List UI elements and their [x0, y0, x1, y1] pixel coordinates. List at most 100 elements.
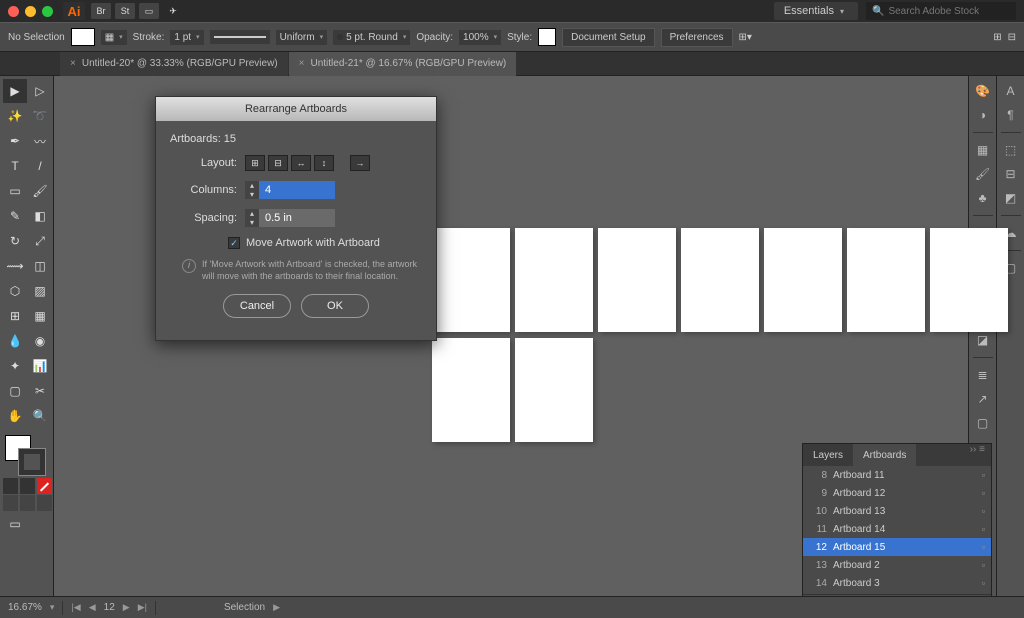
artboard[interactable]	[432, 228, 510, 332]
artboard[interactable]	[515, 338, 593, 442]
transform-panel-icon[interactable]: ⬚	[1002, 141, 1020, 159]
artboard-row[interactable]: 8Artboard 11▫	[803, 466, 991, 484]
symbol-sprayer-tool[interactable]: ✦	[3, 354, 27, 378]
perspective-tool[interactable]: ▨	[28, 279, 52, 303]
layout-direction-icon[interactable]: →	[350, 155, 370, 171]
draw-normal[interactable]	[3, 495, 18, 511]
artboards-panel-icon[interactable]: ▢	[974, 414, 992, 432]
close-window[interactable]	[8, 6, 19, 17]
scale-tool[interactable]: ⤢	[28, 229, 52, 253]
layout-row-icon[interactable]: ↔	[291, 155, 311, 171]
magic-wand-tool[interactable]: ✨	[3, 104, 27, 128]
blend-tool[interactable]: ◉	[28, 329, 52, 353]
opacity-value[interactable]: 100%	[459, 30, 501, 45]
pen-tool[interactable]: ✒	[3, 129, 27, 153]
free-transform-tool[interactable]: ◫	[28, 254, 52, 278]
document-setup-button[interactable]: Document Setup	[562, 28, 655, 47]
tab-untitled-20[interactable]: × Untitled-20* @ 33.33% (RGB/GPU Preview…	[60, 52, 288, 76]
stepper-icon[interactable]: ▴▾	[245, 181, 259, 199]
draw-inside[interactable]	[37, 495, 52, 511]
fill-mode[interactable]: ▦	[101, 30, 127, 45]
artboard[interactable]	[432, 338, 510, 442]
color-panel-icon[interactable]: 🎨	[974, 82, 992, 100]
panel-collapse-icon[interactable]: ›› ≡	[964, 444, 991, 466]
type-tool[interactable]: T	[3, 154, 27, 178]
color-mode-gradient[interactable]	[20, 478, 35, 494]
zoom-tool[interactable]: 🔍	[28, 404, 52, 428]
color-guide-icon[interactable]: ◑	[974, 106, 992, 124]
selection-tool[interactable]: ▶	[3, 79, 27, 103]
arrange-icon[interactable]: ▭	[139, 3, 159, 19]
artboard[interactable]	[847, 228, 925, 332]
minimize-window[interactable]	[25, 6, 36, 17]
fill-swatch[interactable]	[71, 28, 95, 46]
artboard-options-icon[interactable]: ▫	[982, 560, 985, 570]
eraser-tool[interactable]: ◧	[28, 204, 52, 228]
mode-menu-icon[interactable]: ▶	[273, 602, 280, 613]
shaper-tool[interactable]: ✎	[3, 204, 27, 228]
artboard[interactable]	[930, 228, 1008, 332]
cancel-button[interactable]: Cancel	[223, 294, 291, 318]
layout-grid-col-icon[interactable]: ⊟	[268, 155, 288, 171]
mesh-tool[interactable]: ⊞	[3, 304, 27, 328]
asset-export-icon[interactable]: ↗	[974, 390, 992, 408]
artboard-row[interactable]: 13Artboard 2▫	[803, 556, 991, 574]
swatches-panel-icon[interactable]: ▦	[974, 141, 992, 159]
bridge-icon[interactable]: Br	[91, 3, 111, 19]
zoom-level[interactable]: 16.67%	[8, 602, 42, 613]
artboard[interactable]	[598, 228, 676, 332]
style-swatch[interactable]	[538, 28, 556, 46]
symbols-panel-icon[interactable]: ♣	[974, 189, 992, 207]
curvature-tool[interactable]: 〰	[28, 129, 52, 153]
workspace-switcher[interactable]: Essentials	[774, 2, 858, 20]
gpu-icon[interactable]: ✈	[163, 3, 183, 19]
artboard-options-icon[interactable]: ▫	[982, 578, 985, 588]
fill-stroke-control[interactable]	[3, 433, 52, 477]
rotate-tool[interactable]: ↻	[3, 229, 27, 253]
layers-panel-icon[interactable]: ≣	[974, 366, 992, 384]
panel-toggle2-icon[interactable]: ⊟	[1008, 32, 1016, 43]
layers-tab[interactable]: Layers	[803, 444, 853, 466]
line-tool[interactable]: /	[28, 154, 52, 178]
zoom-menu-icon[interactable]: ▾	[50, 602, 55, 613]
close-tab-icon[interactable]: ×	[299, 58, 305, 69]
artboard[interactable]	[764, 228, 842, 332]
graph-tool[interactable]: 📊	[28, 354, 52, 378]
close-tab-icon[interactable]: ×	[70, 58, 76, 69]
artboard-options-icon[interactable]: ▫	[982, 524, 985, 534]
artboard-options-icon[interactable]: ▫	[982, 506, 985, 516]
profile-menu[interactable]: Uniform	[276, 30, 328, 45]
artboard-row[interactable]: 12Artboard 15▫	[803, 538, 991, 556]
brushes-panel-icon[interactable]: 🖌	[974, 165, 992, 183]
layout-col-icon[interactable]: ↕	[314, 155, 334, 171]
color-mode-solid[interactable]	[3, 478, 18, 494]
artboard-options-icon[interactable]: ▫	[982, 542, 985, 552]
nav-next-icon[interactable]: ▶	[123, 602, 130, 613]
artboard-options-icon[interactable]: ▫	[982, 470, 985, 480]
spacing-input[interactable]: ▴▾ 0.5 in	[245, 209, 335, 227]
brush-tool[interactable]: 🖌	[28, 179, 52, 203]
artboard-row[interactable]: 11Artboard 14▫	[803, 520, 991, 538]
nav-artboard[interactable]: 12	[104, 602, 115, 613]
lasso-tool[interactable]: ➰	[28, 104, 52, 128]
nav-last-icon[interactable]: ▶|	[138, 602, 147, 613]
artboard-options-icon[interactable]: ▫	[982, 488, 985, 498]
move-artwork-checkbox[interactable]	[228, 237, 240, 249]
tab-untitled-21[interactable]: × Untitled-21* @ 16.67% (RGB/GPU Preview…	[289, 52, 517, 76]
ok-button[interactable]: OK	[301, 294, 369, 318]
search-input[interactable]: 🔍 Search Adobe Stock	[866, 2, 1016, 20]
stock-icon[interactable]: St	[115, 3, 135, 19]
artboard-row[interactable]: 10Artboard 13▫	[803, 502, 991, 520]
color-mode-none[interactable]	[37, 478, 52, 494]
hand-tool[interactable]: ✋	[3, 404, 27, 428]
gradient-tool[interactable]: ▦	[28, 304, 52, 328]
graphic-styles-icon[interactable]: ◪	[974, 331, 992, 349]
artboard[interactable]	[681, 228, 759, 332]
eyedropper-tool[interactable]: 💧	[3, 329, 27, 353]
nav-prev-icon[interactable]: ◀	[89, 602, 96, 613]
panel-toggle-icon[interactable]: ⊞	[993, 32, 1001, 43]
draw-behind[interactable]	[20, 495, 35, 511]
brush-menu[interactable]: 5 pt. Round	[333, 30, 410, 45]
artboard-row[interactable]: 14Artboard 3▫	[803, 574, 991, 592]
artboard-tool[interactable]: ▢	[3, 379, 27, 403]
